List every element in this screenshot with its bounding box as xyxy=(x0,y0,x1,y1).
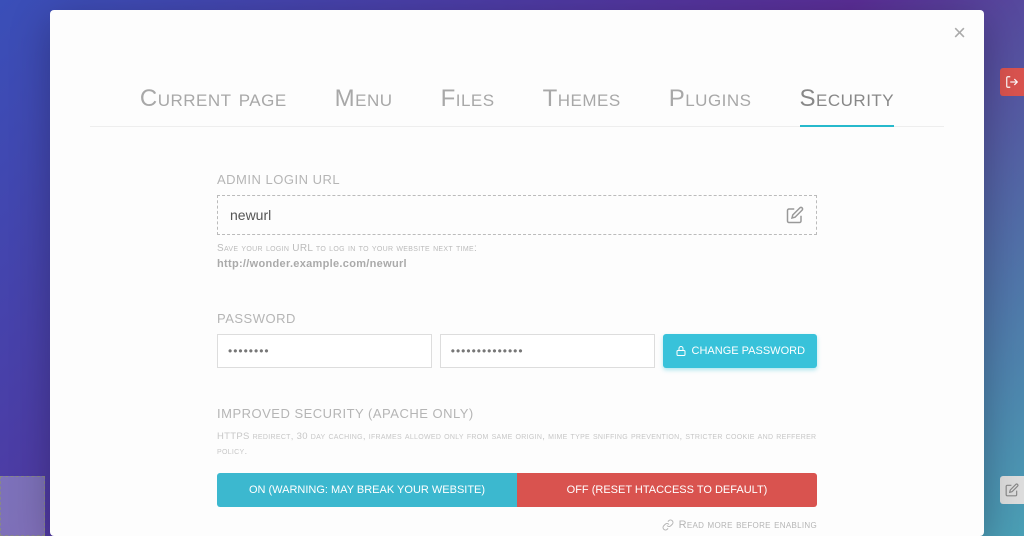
password-old-input[interactable] xyxy=(217,334,432,368)
improved-security-label: IMPROVED SECURITY (APACHE ONLY) xyxy=(217,406,817,421)
tab-security[interactable]: Security xyxy=(800,85,895,127)
admin-url-label: ADMIN LOGIN URL xyxy=(217,172,817,187)
password-new-input[interactable] xyxy=(440,334,655,368)
edit-icon xyxy=(1005,483,1019,497)
tab-plugins[interactable]: Plugins xyxy=(669,85,752,126)
change-password-button[interactable]: CHANGE PASSWORD xyxy=(663,334,817,368)
tab-current-page[interactable]: Current page xyxy=(140,85,287,126)
close-button[interactable]: × xyxy=(953,20,966,46)
improved-security-desc: HTTPS redirect, 30 day caching, iframes … xyxy=(217,429,817,459)
admin-url-hint: Save your login URL to log in to your we… xyxy=(217,241,817,273)
admin-url-value: newurl xyxy=(230,207,271,223)
improved-security-toggle: ON (WARNING: MAY BREAK YOUR WEBSITE) OFF… xyxy=(217,473,817,507)
tab-menu[interactable]: Menu xyxy=(335,85,393,126)
logout-side-tab[interactable] xyxy=(1000,68,1024,96)
background-dashed-panel xyxy=(0,476,45,536)
settings-modal: × Current page Menu Files Themes Plugins… xyxy=(50,10,984,536)
link-icon xyxy=(662,519,674,531)
security-on-button[interactable]: ON (WARNING: MAY BREAK YOUR WEBSITE) xyxy=(217,473,517,507)
security-panel: ADMIN LOGIN URL newurl Save your login U… xyxy=(217,172,817,531)
tab-themes[interactable]: Themes xyxy=(543,85,621,126)
security-off-button[interactable]: OFF (RESET HTACCESS TO DEFAULT) xyxy=(517,473,817,507)
pencil-square-icon[interactable] xyxy=(786,206,804,224)
admin-url-preview: http://wonder.example.com/newurl xyxy=(217,258,407,270)
password-row: CHANGE PASSWORD xyxy=(217,334,817,368)
logout-icon xyxy=(1005,75,1019,89)
admin-url-box[interactable]: newurl xyxy=(217,195,817,235)
edit-side-tab[interactable] xyxy=(1000,476,1024,504)
tab-bar: Current page Menu Files Themes Plugins S… xyxy=(90,85,944,127)
tab-files[interactable]: Files xyxy=(441,85,495,126)
lock-icon xyxy=(675,345,687,357)
read-more-link[interactable]: Read more before enabling xyxy=(217,519,817,531)
password-label: PASSWORD xyxy=(217,311,817,326)
